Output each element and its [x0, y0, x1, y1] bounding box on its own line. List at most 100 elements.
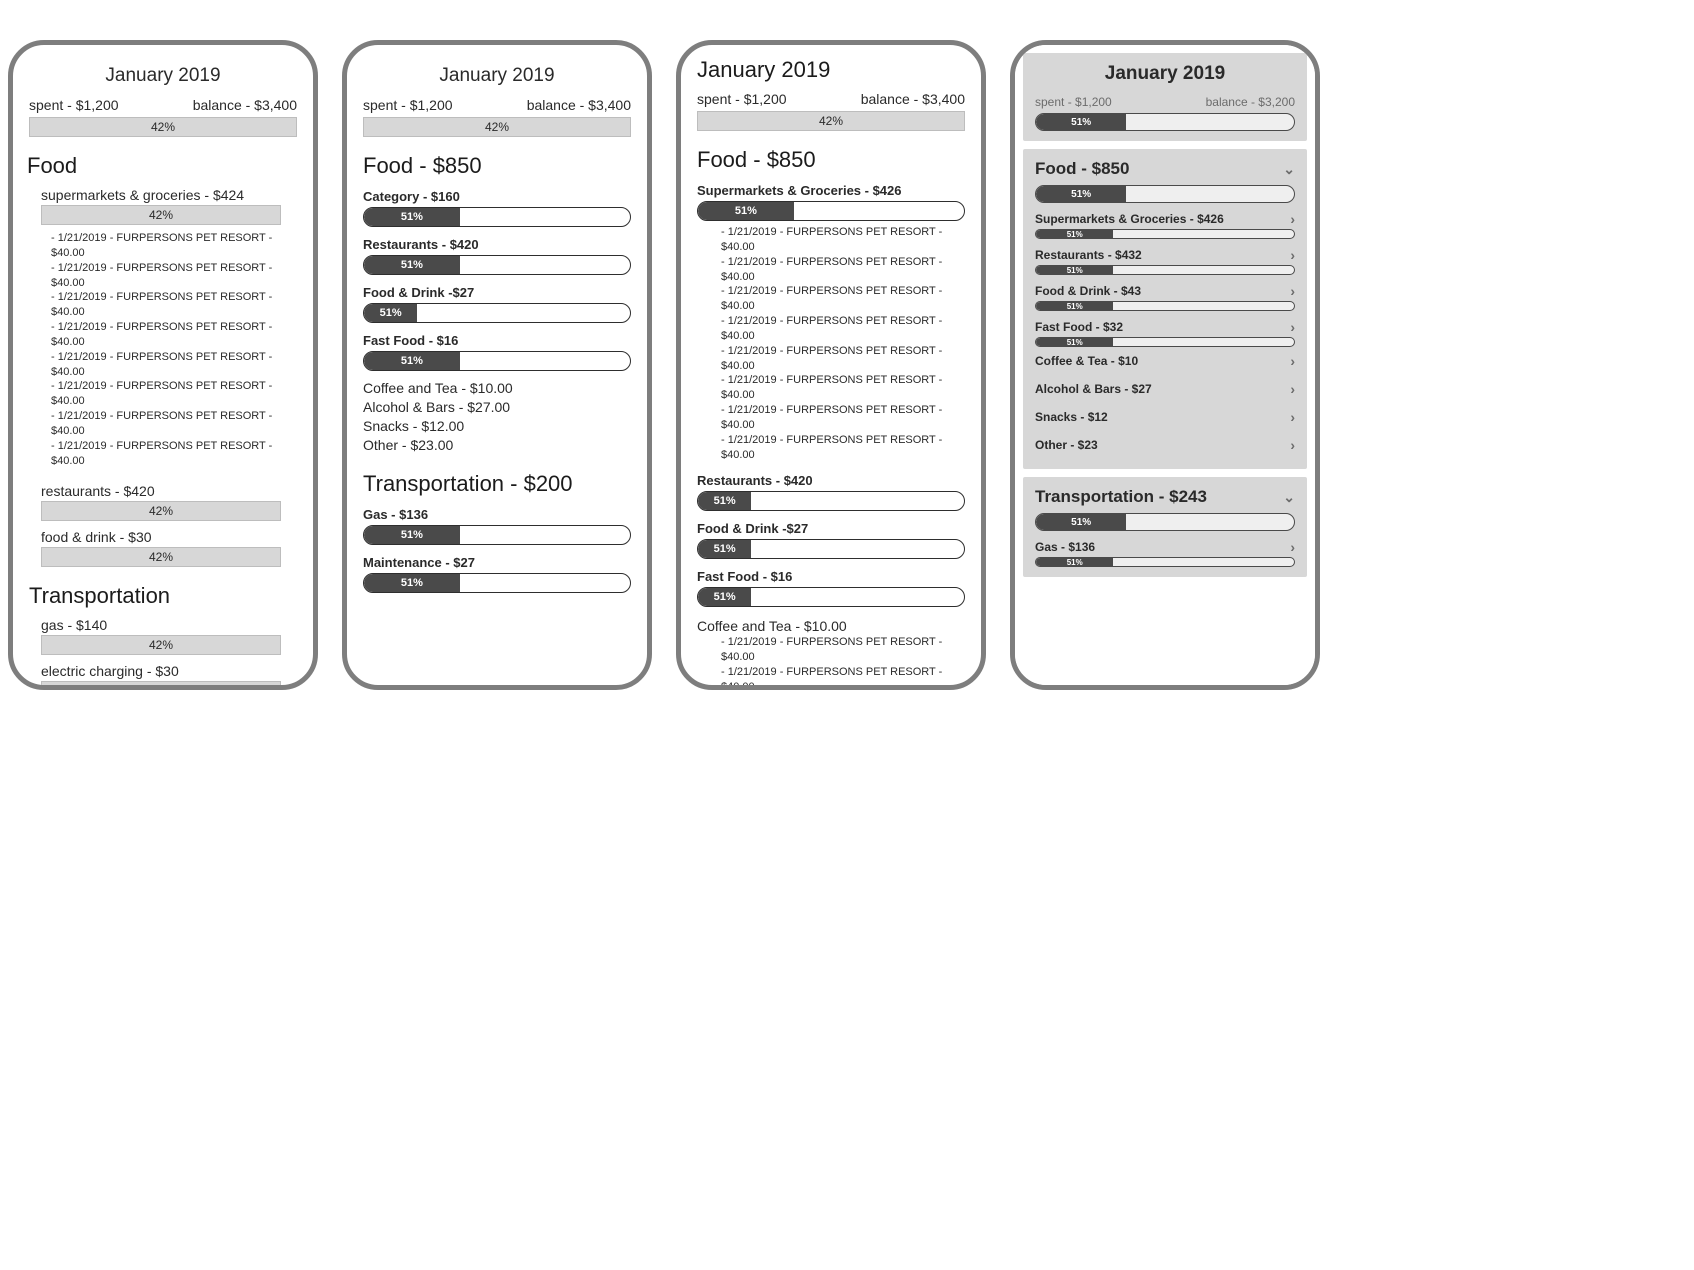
- overall-progress: 42%: [363, 117, 631, 137]
- transaction-line: - 1/21/2019 - FURPERSONS PET RESORT - $4…: [51, 290, 297, 320]
- transaction-line: - 1/21/2019 - FURPERSONS PET RESORT - $4…: [51, 261, 297, 291]
- chevron-down-icon: ⌄: [1283, 489, 1295, 506]
- cat-progress: 51%: [363, 207, 631, 227]
- row-other[interactable]: Other - $23›: [1035, 431, 1295, 459]
- overall-progress: 42%: [697, 111, 965, 131]
- cat-progress: 42%: [41, 205, 281, 225]
- food-progress: 51%: [1035, 185, 1295, 203]
- cat-food-drink[interactable]: Food & Drink -$27: [697, 521, 965, 536]
- mockup-v2: January 2019 spent - $1,200 balance - $3…: [342, 40, 652, 690]
- spent-label: spent - $1,200: [697, 91, 787, 107]
- extra-row[interactable]: Coffee and Tea - $10.00: [697, 617, 965, 636]
- cat-supermarkets[interactable]: Supermarkets & Groceries - $426: [697, 183, 965, 198]
- cat-maintenance[interactable]: Maintenance - $27: [363, 555, 631, 570]
- summary-row: spent - $1,200 balance - $3,400: [29, 97, 297, 113]
- cat-restaurants[interactable]: restaurants - $420: [41, 483, 297, 499]
- card-header-transportation[interactable]: Transportation - $243 ⌄: [1035, 487, 1295, 507]
- transaction-line: - 1/21/2019 - FURPERSONS PET RESORT - $4…: [721, 403, 965, 433]
- transaction-line: - 1/21/2019 - FURPERSONS PET RESORT - $4…: [721, 314, 965, 344]
- overall-progress: 42%: [29, 117, 297, 137]
- cat-restaurants[interactable]: Restaurants - $420: [697, 473, 965, 488]
- chevron-right-icon: ›: [1290, 283, 1295, 299]
- cat-category[interactable]: Category - $160: [363, 189, 631, 204]
- header-card: January 2019 spent - $1,200 balance - $3…: [1023, 53, 1307, 141]
- extra-row[interactable]: Coffee and Tea - $10.00: [363, 379, 631, 398]
- cat-food-drink[interactable]: Food & Drink -$27: [363, 285, 631, 300]
- month-title: January 2019: [363, 65, 631, 87]
- summary-row: spent - $1,200 balance - $3,400: [697, 91, 965, 107]
- cat-fast-food[interactable]: Fast Food - $16: [363, 333, 631, 348]
- row-alcohol[interactable]: Alcohol & Bars - $27›: [1035, 375, 1295, 403]
- section-food: Food - $850: [363, 153, 631, 179]
- extra-row[interactable]: Snacks - $12.00: [363, 417, 631, 436]
- subcat-supermarkets[interactable]: Supermarkets & Groceries - $426 ›: [1035, 211, 1295, 227]
- mockup-v3: January 2019 spent - $1,200 balance - $3…: [676, 40, 986, 690]
- cat-progress: 42%: [41, 635, 281, 655]
- transportation-progress: 51%: [1035, 513, 1295, 531]
- cat-progress: 51%: [363, 303, 631, 323]
- chevron-right-icon: ›: [1290, 437, 1295, 453]
- subcat-progress: 51%: [1035, 265, 1295, 275]
- transaction-line: - 1/21/2019 - FURPERSONS PET RESORT - $4…: [721, 635, 965, 665]
- spent-label: spent - $1,200: [29, 97, 119, 113]
- chevron-right-icon: ›: [1290, 353, 1295, 369]
- extra-row[interactable]: Other - $23.00: [363, 436, 631, 455]
- month-title: January 2019: [29, 65, 297, 87]
- transaction-line: - 1/21/2019 - FURPERSONS PET RESORT - $4…: [721, 373, 965, 403]
- subcat-food-drink[interactable]: Food & Drink - $43 ›: [1035, 283, 1295, 299]
- subcat-gas[interactable]: Gas - $136 ›: [1035, 539, 1295, 555]
- food-card: Food - $850 ⌄ 51% Supermarkets & Groceri…: [1023, 149, 1307, 469]
- transaction-line: - 1/21/2019 - FURPERSONS PET RESORT - $4…: [721, 433, 965, 463]
- subcat-progress: 51%: [1035, 301, 1295, 311]
- transaction-line: - 1/21/2019 - FURPERSONS PET RESORT - $4…: [51, 320, 297, 350]
- chevron-right-icon: ›: [1290, 319, 1295, 335]
- transaction-line: - 1/21/2019 - FURPERSONS PET RESORT - $4…: [721, 284, 965, 314]
- month-title: January 2019: [1035, 63, 1295, 85]
- chevron-right-icon: ›: [1290, 381, 1295, 397]
- chevron-right-icon: ›: [1290, 247, 1295, 263]
- cat-progress: 42%: [41, 501, 281, 521]
- transportation-card: Transportation - $243 ⌄ 51% Gas - $136 ›…: [1023, 477, 1307, 577]
- card-header-food[interactable]: Food - $850 ⌄: [1035, 159, 1295, 179]
- chevron-down-icon: ⌄: [1283, 161, 1295, 178]
- cat-progress: 51%: [363, 255, 631, 275]
- mockup-v4: January 2019 spent - $1,200 balance - $3…: [1010, 40, 1320, 690]
- cat-progress: 51%: [363, 351, 631, 371]
- transaction-line: - 1/21/2019 - FURPERSONS PET RESORT - $4…: [721, 225, 965, 255]
- cat-gas[interactable]: Gas - $136: [363, 507, 631, 522]
- cat-gas[interactable]: gas - $140: [41, 617, 297, 633]
- transaction-line: - 1/21/2019 - FURPERSONS PET RESORT - $4…: [51, 439, 297, 469]
- row-snacks[interactable]: Snacks - $12›: [1035, 403, 1295, 431]
- cat-progress: 42%: [41, 547, 281, 567]
- cat-restaurants[interactable]: Restaurants - $420: [363, 237, 631, 252]
- balance-label: balance - $3,400: [193, 97, 297, 113]
- cat-progress: 42%: [41, 681, 281, 686]
- cat-supermarkets[interactable]: supermarkets & groceries - $424: [41, 187, 297, 203]
- summary-row: spent - $1,200 balance - $3,400: [363, 97, 631, 113]
- cat-progress: 51%: [363, 525, 631, 545]
- chevron-right-icon: ›: [1290, 539, 1295, 555]
- subcat-fast-food[interactable]: Fast Food - $32 ›: [1035, 319, 1295, 335]
- cat-charging[interactable]: electric charging - $30: [41, 663, 297, 679]
- summary-row: spent - $1,200 balance - $3,200: [1035, 95, 1295, 109]
- cat-fast-food[interactable]: Fast Food - $16: [697, 569, 965, 584]
- extra-row[interactable]: Alcohol & Bars - $27.00: [363, 398, 631, 417]
- balance-label: balance - $3,400: [527, 97, 631, 113]
- transaction-line: - 1/21/2019 - FURPERSONS PET RESORT - $4…: [51, 231, 297, 261]
- cat-food-drink[interactable]: food & drink - $30: [41, 529, 297, 545]
- wireframe-set: January 2019 spent - $1,200 balance - $3…: [0, 40, 1694, 690]
- subcat-restaurants[interactable]: Restaurants - $432 ›: [1035, 247, 1295, 263]
- transaction-line: - 1/21/2019 - FURPERSONS PET RESORT - $4…: [51, 379, 297, 409]
- overall-progress: 51%: [1035, 113, 1295, 131]
- chevron-right-icon: ›: [1290, 211, 1295, 227]
- subcat-progress: 51%: [1035, 337, 1295, 347]
- transaction-line: - 1/21/2019 - FURPERSONS PET RESORT - $4…: [721, 665, 965, 685]
- month-title: January 2019: [697, 57, 965, 83]
- section-food: Food - $850: [697, 147, 965, 173]
- subcat-progress: 51%: [1035, 557, 1295, 567]
- balance-label: balance - $3,200: [1206, 95, 1295, 109]
- row-coffee[interactable]: Coffee & Tea - $10›: [1035, 347, 1295, 375]
- cat-progress: 51%: [697, 539, 965, 559]
- cat-progress: 51%: [697, 587, 965, 607]
- section-food: Food: [27, 153, 297, 179]
